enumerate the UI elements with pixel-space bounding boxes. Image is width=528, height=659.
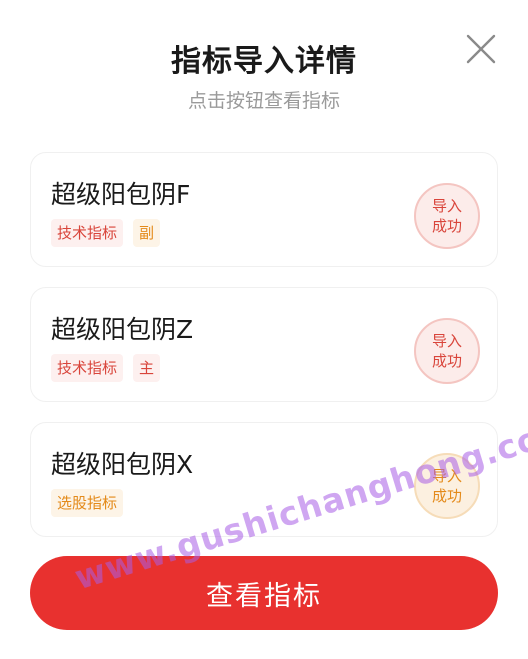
tag-type: 技术指标: [51, 219, 124, 247]
stamp-line2: 成功: [431, 352, 462, 370]
stamp-line1: 导入: [431, 467, 462, 485]
close-icon: [466, 34, 496, 64]
stamp-line2: 成功: [431, 487, 462, 505]
indicator-name: 超级阳包阴F: [51, 180, 191, 209]
stamp-line2: 成功: [431, 217, 462, 235]
indicator-import-dialog: 指标导入详情 点击按钮查看指标 超级阳包阴F 技术指标 副 导入 成功 超级阳包…: [0, 0, 528, 659]
close-button[interactable]: [464, 32, 498, 66]
import-success-stamp: 导入 成功: [414, 453, 480, 519]
import-success-stamp: 导入 成功: [414, 183, 480, 249]
tag-type: 选股指标: [51, 489, 124, 517]
tag-chart-position: 副: [133, 219, 161, 247]
indicator-card[interactable]: 超级阳包阴X 选股指标 导入 成功: [30, 422, 498, 537]
indicator-tags: 技术指标 主: [51, 354, 161, 382]
indicator-name: 超级阳包阴Z: [51, 315, 194, 344]
indicator-tags: 技术指标 副: [51, 219, 161, 247]
indicator-tags: 选股指标: [51, 489, 124, 517]
tag-type: 技术指标: [51, 354, 124, 382]
indicator-name: 超级阳包阴X: [51, 450, 194, 479]
stamp-line1: 导入: [431, 332, 462, 350]
indicator-card[interactable]: 超级阳包阴Z 技术指标 主 导入 成功: [30, 287, 498, 402]
dialog-subtitle: 点击按钮查看指标: [187, 90, 340, 112]
tag-chart-position: 主: [133, 354, 161, 382]
stamp-line1: 导入: [431, 197, 462, 215]
indicator-card[interactable]: 超级阳包阴F 技术指标 副 导入 成功: [30, 152, 498, 267]
view-indicators-button[interactable]: 查看指标: [30, 556, 498, 630]
import-success-stamp: 导入 成功: [414, 318, 480, 384]
dialog-title: 指标导入详情: [171, 44, 357, 79]
